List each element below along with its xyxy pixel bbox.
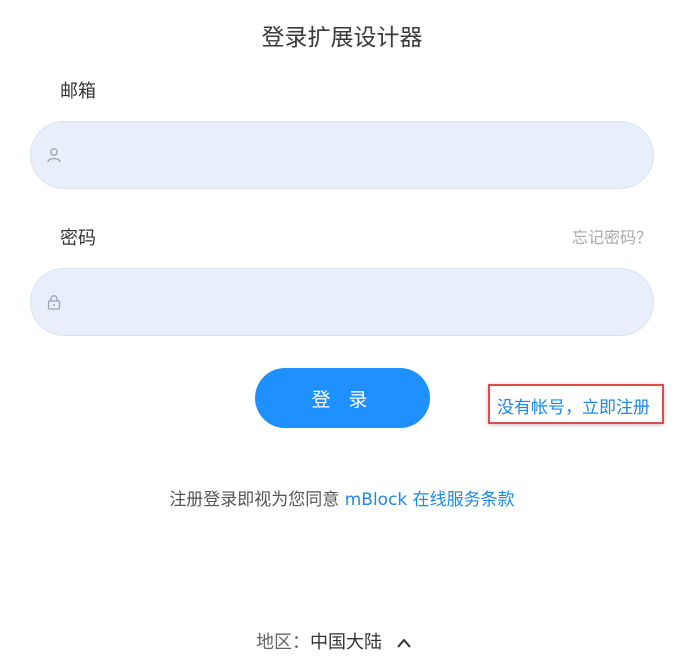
terms-notice: 注册登录即视为您同意 mBlock 在线服务条款 — [0, 485, 684, 510]
region-value: 中国大陆 — [310, 632, 382, 653]
email-input[interactable] — [73, 122, 637, 190]
email-field-wrapper[interactable] — [30, 121, 654, 190]
user-icon — [47, 148, 61, 163]
terms-prefix: 注册登录即视为您同意 — [169, 490, 345, 510]
region-label: 地区： — [256, 632, 310, 653]
forgot-password-link[interactable]: 忘记密码？ — [572, 224, 652, 248]
register-link[interactable]: 没有帐号，立即注册 — [497, 393, 650, 418]
password-input[interactable] — [73, 269, 637, 337]
email-label: 邮箱 — [60, 81, 96, 102]
lock-icon — [47, 295, 61, 310]
chevron-up-icon — [396, 638, 411, 648]
region-selector[interactable]: 地区：中国大陆 — [256, 628, 412, 654]
page-title: 登录扩展设计器 — [261, 25, 423, 51]
login-button[interactable]: 登 录 — [255, 368, 430, 428]
terms-link[interactable]: mBlock 在线服务条款 — [345, 490, 515, 510]
password-field-wrapper[interactable] — [30, 268, 654, 337]
password-label: 密码 — [60, 228, 96, 249]
